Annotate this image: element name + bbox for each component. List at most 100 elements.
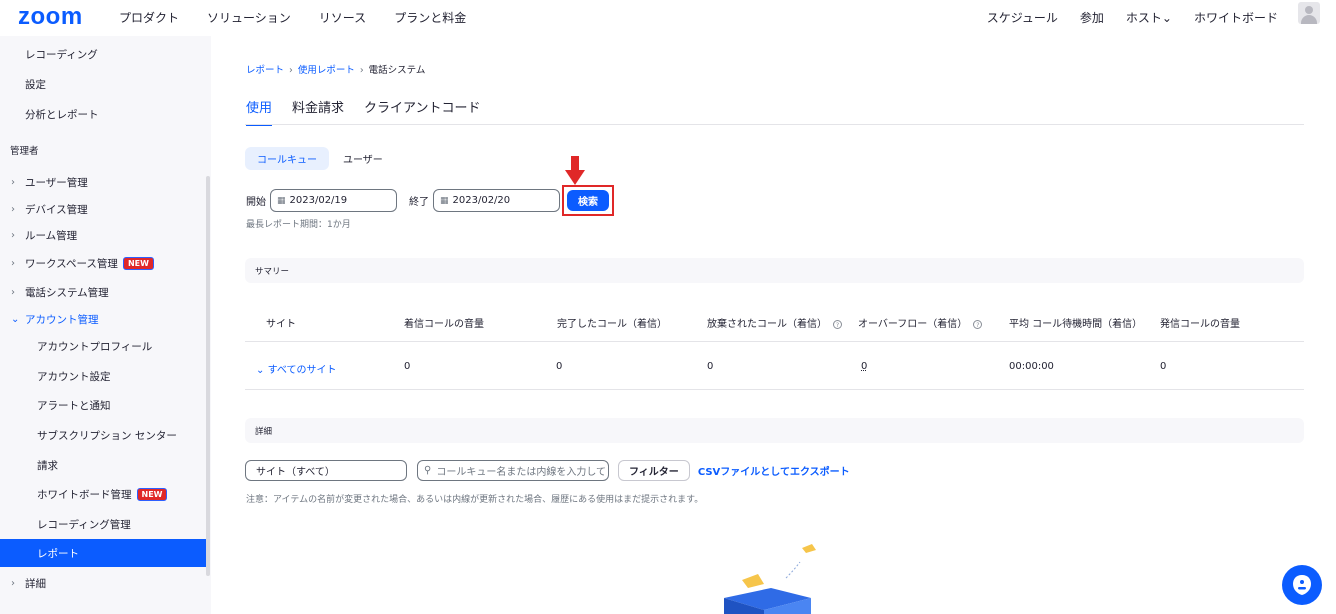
sidebar: レコーディング 設定 分析とレポート 管理者 › ユーザー管理 › デバイス管理 ›…	[0, 36, 211, 614]
cell-avg-wait: 00:00:00	[1009, 361, 1054, 372]
nav-resources[interactable]: リソース	[319, 9, 366, 26]
column-incoming-volume: 着信コールの音量	[404, 319, 484, 330]
help-icon[interactable]: ?	[973, 319, 983, 329]
sidebar-scrollbar[interactable]	[206, 176, 210, 576]
tabs-divider	[245, 124, 1304, 125]
sidebar-item-account-settings[interactable]: アカウント設定	[0, 364, 207, 388]
chevron-right-icon: ›	[11, 286, 15, 298]
sidebar-section-admin: 管理者	[10, 146, 39, 157]
cell-overflow[interactable]: 0	[861, 361, 867, 372]
sidebar-item-settings[interactable]: 設定	[0, 72, 207, 96]
search-icon: ⚲	[424, 465, 432, 476]
breadcrumb-separator-icon: ›	[289, 65, 293, 76]
new-badge: NEW	[122, 257, 154, 270]
column-avg-wait: 平均 コール待機時間（着信）	[1009, 319, 1143, 330]
nav-join[interactable]: 参加	[1080, 9, 1104, 26]
breadcrumb-usage[interactable]: 使用レポート	[298, 65, 355, 76]
chat-bot-icon	[1293, 575, 1311, 595]
nav-whiteboard[interactable]: ホワイトボード	[1194, 9, 1278, 26]
top-nav-right: スケジュール 参加 ホスト⌄ ホワイトボード	[965, 9, 1278, 26]
new-badge: NEW	[136, 488, 168, 501]
sidebar-item-more[interactable]: › 詳細	[0, 571, 207, 595]
details-note: 注意：アイテムの名前が変更された場合、あるいは内線が更新された場合、履歴にある使…	[246, 495, 704, 505]
start-date-field[interactable]: ▦ 2023/02/19	[270, 189, 397, 212]
nav-solutions[interactable]: ソリューション	[207, 9, 291, 26]
sidebar-item-room-mgmt[interactable]: › ルーム管理	[0, 223, 207, 247]
sidebar-item-workspace-mgmt[interactable]: › ワークスペース管理 NEW	[0, 251, 207, 275]
segment-user[interactable]: ユーザー	[331, 147, 395, 170]
calendar-icon: ▦	[440, 195, 449, 206]
sidebar-item-account-profile[interactable]: アカウントプロフィール	[0, 334, 207, 358]
sidebar-item-alerts[interactable]: アラートと通知	[0, 393, 207, 417]
breadcrumb-reports[interactable]: レポート	[246, 65, 284, 76]
sidebar-item-recording[interactable]: レコーディング	[0, 42, 207, 66]
table-row-divider	[245, 389, 1304, 390]
nav-pricing[interactable]: プランと料金	[394, 9, 466, 26]
table-row-site[interactable]: ⌄ すべてのサイト	[256, 361, 336, 376]
breadcrumb: レポート › 使用レポート › 電話システム	[246, 62, 425, 76]
sidebar-item-reports[interactable]: レポート	[0, 539, 207, 567]
sidebar-item-user-mgmt[interactable]: › ユーザー管理	[0, 170, 207, 194]
chevron-right-icon: ›	[11, 577, 15, 589]
top-nav: zoom プロダクト ソリューション リソース プランと料金 スケジュール 参加…	[0, 0, 1336, 36]
start-label: 開始	[246, 197, 266, 208]
calendar-icon: ▦	[277, 195, 286, 206]
details-header: 詳細	[245, 418, 1304, 443]
chat-support-button[interactable]	[1282, 565, 1322, 605]
cell-abandoned-calls: 0	[707, 361, 714, 372]
search-button[interactable]: 検索	[567, 190, 609, 211]
column-abandoned-calls: 放棄されたコール（着信）?	[707, 315, 842, 330]
tab-usage[interactable]: 使用	[246, 97, 273, 126]
sidebar-item-analytics[interactable]: 分析とレポート	[0, 102, 207, 126]
top-nav-left: プロダクト ソリューション リソース プランと料金	[119, 9, 494, 26]
red-arrow-icon	[565, 156, 585, 185]
chevron-right-icon: ›	[11, 176, 15, 188]
report-tabs: 使用 料金請求 クライアントコード	[246, 97, 501, 126]
column-site: サイト	[266, 319, 296, 330]
sidebar-item-billing[interactable]: 請求	[0, 453, 207, 477]
cell-incoming-volume: 0	[404, 361, 411, 372]
breadcrumb-separator-icon: ›	[359, 65, 364, 76]
table-header-divider	[245, 341, 1304, 342]
column-outgoing-volume: 発信コールの音量	[1160, 319, 1240, 330]
nav-host[interactable]: ホスト⌄	[1126, 9, 1172, 26]
nav-products[interactable]: プロダクト	[119, 9, 179, 26]
cell-completed-calls: 0	[556, 361, 563, 372]
zoom-logo[interactable]: zoom	[18, 3, 83, 31]
cell-outgoing-volume: 0	[1160, 361, 1167, 372]
avatar-head-icon	[1305, 6, 1313, 14]
sidebar-item-device-mgmt[interactable]: › デバイス管理	[0, 197, 207, 221]
chevron-down-icon: ⌄	[11, 313, 20, 325]
chevron-right-icon: ›	[11, 229, 15, 241]
avatar[interactable]	[1298, 2, 1320, 24]
sidebar-item-account-mgmt[interactable]: ⌄ アカウント管理	[0, 307, 207, 331]
breadcrumb-current: 電話システム	[368, 65, 426, 76]
sidebar-item-whiteboard-mgmt[interactable]: ホワイトボード管理 NEW	[0, 482, 207, 506]
nav-schedule[interactable]: スケジュール	[987, 9, 1058, 26]
help-icon[interactable]: ?	[833, 319, 842, 329]
end-date-field[interactable]: ▦ 2023/02/20	[433, 189, 560, 212]
sidebar-item-phone-mgmt[interactable]: › 電話システム管理	[0, 280, 207, 304]
sidebar-item-recording-mgmt[interactable]: レコーディング管理	[0, 512, 207, 536]
details-filter-row: サイト（すべて） ⚲ コールキュー名または内線を入力して フィルター CSVファイ…	[245, 460, 850, 481]
avatar-body-icon	[1301, 15, 1317, 24]
type-segment: コールキュー ユーザー	[245, 147, 397, 170]
tab-client-code[interactable]: クライアントコード	[364, 97, 480, 126]
end-label: 終了	[409, 197, 429, 208]
segment-call-queue[interactable]: コールキュー	[245, 147, 329, 170]
tab-billing[interactable]: 料金請求	[292, 97, 344, 126]
export-csv-link[interactable]: CSVファイルとしてエクスポート	[698, 463, 850, 478]
sidebar-item-subscription[interactable]: サブスクリプション センター	[0, 423, 207, 447]
filter-button[interactable]: フィルター	[618, 460, 690, 481]
column-completed-calls: 完了したコール（着信）	[557, 319, 667, 330]
site-select[interactable]: サイト（すべて）	[245, 460, 407, 481]
empty-box-illustration	[724, 544, 816, 614]
chevron-down-icon: ⌄	[256, 365, 268, 376]
max-period-hint: 最長レポート期間：1か月	[246, 220, 351, 230]
queue-search-input[interactable]: ⚲ コールキュー名または内線を入力して	[417, 460, 609, 481]
summary-header: サマリー	[245, 258, 1304, 283]
date-filter: 開始 ▦ 2023/02/19 終了 ▦ 2023/02/20	[246, 189, 560, 212]
chevron-right-icon: ›	[11, 203, 15, 215]
chevron-right-icon: ›	[11, 257, 15, 269]
column-overflow: オーバーフロー（着信）?	[858, 315, 983, 330]
